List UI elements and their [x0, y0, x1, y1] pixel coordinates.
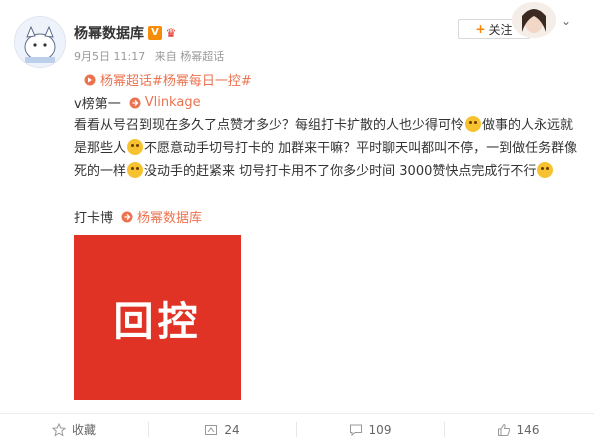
mention-label: 杨幂数据库	[137, 211, 203, 226]
like-icon	[497, 423, 510, 436]
like-count: 146	[516, 422, 540, 437]
chevron-down-icon[interactable]: ⌄	[561, 14, 571, 28]
vlinkage-link[interactable]: Vlinkage	[129, 95, 201, 110]
body-part-4: 没动手的赶紧来 切号打卡用不了你多少时间 3000赞快点完成行不行	[144, 164, 537, 179]
topic-row[interactable]: 杨幂超话#杨幂每日一控#	[84, 70, 252, 89]
weibo-post-card: 杨幂数据库 V ♛ 9月5日 11:17 来自 杨幂超话 + 关注 ⌄ 杨幂超话…	[0, 0, 594, 445]
post-body: 看看从号召到现在多久了点赞才多少？每组打卡扩散的人也少得可怜 做事的人永远就是那些…	[74, 114, 580, 183]
post-meta: 9月5日 11:17 来自 杨幂超话	[74, 48, 230, 64]
body-part-1: 看看从号召到现在多久了点赞才多少？每组打卡扩散的人也少得可怜	[74, 118, 465, 133]
comment-count: 109	[368, 422, 392, 437]
emoji	[127, 162, 144, 178]
mention-link[interactable]: 杨幂数据库	[121, 207, 202, 226]
link-icon	[121, 211, 133, 222]
crown-icon: ♛	[165, 26, 177, 40]
comment-button[interactable]: 109	[296, 414, 444, 445]
emoji	[465, 116, 482, 132]
user-photo-avatar[interactable]	[512, 2, 556, 38]
emoji	[127, 139, 144, 155]
checkin-prefix: 打卡博	[74, 211, 114, 226]
author-name[interactable]: 杨幂数据库	[74, 23, 144, 43]
comment-icon	[349, 424, 362, 436]
favorite-icon	[51, 422, 66, 437]
topic-text[interactable]: 杨幂超话#杨幂每日一控#	[100, 70, 252, 89]
follow-label: 关注	[488, 22, 513, 37]
line1-prefix: v榜第一	[74, 97, 121, 112]
favorite-label: 收藏	[71, 423, 96, 437]
post-time[interactable]: 9月5日 11:17	[74, 50, 145, 63]
topic-icon	[84, 74, 96, 85]
like-button[interactable]: 146	[444, 414, 592, 445]
post-image[interactable]: 回控	[74, 235, 241, 400]
repost-count: 24	[224, 422, 240, 437]
emoji	[537, 162, 554, 178]
poster-text: 回控	[113, 297, 202, 345]
repost-icon	[205, 424, 218, 435]
action-bar: 收藏 24 109 146	[0, 414, 594, 445]
body-line-1: v榜第一 Vlinkage	[74, 93, 201, 112]
link-icon	[129, 97, 141, 108]
vlinkage-label: Vlinkage	[144, 95, 201, 110]
favorite-button[interactable]: 收藏	[0, 414, 148, 445]
post-source[interactable]: 来自 杨幂超话	[155, 50, 225, 63]
avatar[interactable]	[14, 16, 66, 68]
author-name-row: 杨幂数据库 V ♛	[74, 23, 178, 43]
verified-icon: V	[148, 26, 162, 40]
plus-icon: +	[475, 22, 486, 36]
checkin-line: 打卡博 杨幂数据库	[74, 207, 202, 226]
repost-button[interactable]: 24	[148, 414, 296, 445]
